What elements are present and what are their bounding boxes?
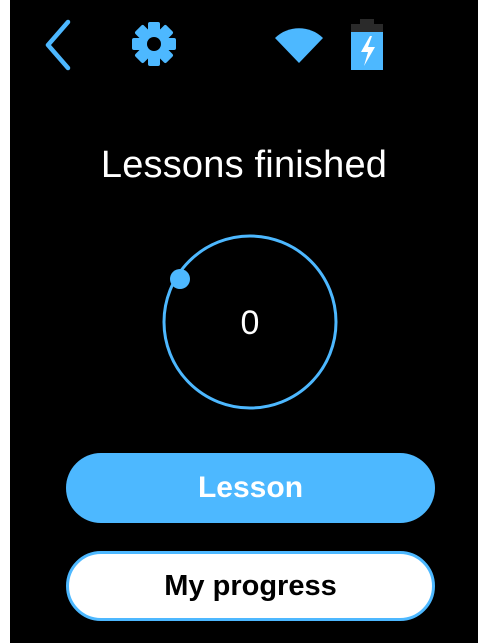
device-screen: Lessons finished 0 Lesson My progress: [10, 0, 478, 643]
progress-indicator-dot: [170, 269, 190, 289]
my-progress-button[interactable]: My progress: [66, 551, 435, 621]
battery-charging-icon: [348, 18, 386, 72]
back-button[interactable]: [40, 18, 76, 72]
page-title: Lessons finished: [100, 144, 388, 186]
wifi-icon: [274, 26, 324, 64]
status-bar: [10, 0, 478, 88]
lessons-finished-count: 0: [240, 304, 260, 342]
chevron-left-icon: [45, 19, 71, 71]
page: Lessons finished 0 Lesson My progress: [0, 0, 487, 643]
settings-button[interactable]: [130, 20, 178, 68]
gear-icon: [132, 22, 176, 66]
lesson-button[interactable]: Lesson: [66, 453, 435, 523]
